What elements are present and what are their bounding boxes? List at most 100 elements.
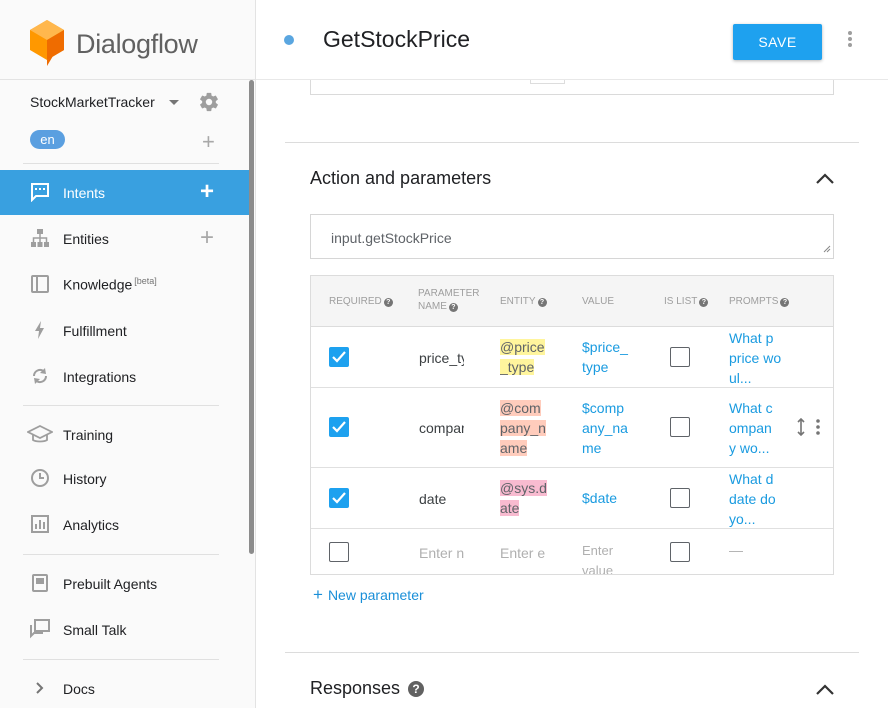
nav-history[interactable]: History <box>0 456 249 501</box>
nav-label: Docs <box>63 680 95 697</box>
value-cell[interactable]: $price_ type <box>582 337 632 377</box>
caret-down-icon <box>168 99 179 105</box>
nav-fulfillment[interactable]: Fulfillment <box>0 308 249 353</box>
parameter-name-cell[interactable]: compar <box>419 418 464 438</box>
action-name-value: input.getStockPrice <box>331 230 452 246</box>
prompts-cell[interactable]: What d date do yo... <box>729 469 789 529</box>
value-cell[interactable]: $comp any_na me <box>582 398 637 458</box>
column-header-prompts: PROMPTS? <box>729 295 790 308</box>
chat-icon <box>30 182 50 203</box>
divider <box>23 405 219 406</box>
nav-prebuilt-agents[interactable]: Prebuilt Agents <box>0 561 249 606</box>
prompts-cell[interactable]: What c ompan y wo... <box>729 398 789 458</box>
nav-knowledge[interactable]: Knowledge [beta] <box>0 262 249 307</box>
entity-cell[interactable]: @com pany_n ame <box>500 398 550 458</box>
drag-handle-icon[interactable] <box>796 417 806 441</box>
agent-book-icon <box>30 573 50 593</box>
status-dot <box>284 35 294 45</box>
action-section-title[interactable]: Action and parameters <box>310 168 491 189</box>
table-row[interactable]: compar @com pany_n ame $comp any_na me What … <box>311 388 833 468</box>
book-icon <box>30 274 50 294</box>
column-header-is-list: IS LIST? <box>664 295 709 308</box>
header: GetStockPrice SAVE <box>256 0 888 80</box>
nav-docs[interactable]: Docs <box>0 666 249 708</box>
gear-icon[interactable] <box>198 91 220 118</box>
chevron-up-icon[interactable] <box>815 172 835 191</box>
add-intent-icon[interactable]: + <box>200 180 214 204</box>
dialogflow-logo-icon <box>28 18 66 71</box>
help-icon[interactable]: ? <box>699 298 709 307</box>
column-header-value: VALUE <box>582 296 615 307</box>
previous-section-box <box>310 80 834 95</box>
help-icon[interactable]: ? <box>383 298 393 307</box>
hierarchy-icon <box>30 228 50 248</box>
brand-logo[interactable]: Dialogflow <box>28 18 198 71</box>
bolt-icon <box>30 320 50 340</box>
agent-name: StockMarketTracker <box>30 94 155 110</box>
parameter-name-cell[interactable]: date <box>419 489 464 509</box>
nav-training[interactable]: Training <box>0 412 249 457</box>
previous-section-tab <box>530 80 565 84</box>
empty-parameter-row[interactable]: Enter n Enter e Enter value — <box>311 529 833 574</box>
column-header-required: REQUIRED? <box>329 295 393 308</box>
prompts-cell[interactable]: What p price wo ul... <box>729 328 789 388</box>
value-input[interactable]: Enter value <box>582 541 632 574</box>
action-name-input[interactable]: input.getStockPrice <box>310 214 834 259</box>
nav-analytics[interactable]: Analytics <box>0 502 249 547</box>
is-list-checkbox[interactable] <box>670 347 690 367</box>
nav-small-talk[interactable]: Small Talk <box>0 607 249 652</box>
sidebar-scrollbar[interactable] <box>249 80 254 554</box>
sidebar: Dialogflow StockMarketTracker en + Inten… <box>0 0 256 708</box>
nav-label: Fulfillment <box>63 322 127 339</box>
responses-section-title[interactable]: Responses? <box>310 678 425 699</box>
add-entity-icon[interactable]: + <box>200 226 214 250</box>
divider <box>23 163 219 164</box>
help-icon[interactable]: ? <box>448 303 458 312</box>
nav-entities[interactable]: Entities + <box>0 216 249 261</box>
nav-label: Training <box>63 426 114 443</box>
small-talk-icon <box>30 619 50 639</box>
nav-integrations[interactable]: Integrations <box>0 354 249 399</box>
nav-label: Analytics <box>63 516 120 533</box>
brand-name: Dialogflow <box>76 29 198 59</box>
new-parameter-button[interactable]: + New parameter <box>313 585 424 605</box>
section-divider <box>285 142 859 143</box>
nav-intents[interactable]: Intents + <box>0 170 249 215</box>
resize-handle-icon[interactable] <box>823 240 831 256</box>
is-list-checkbox[interactable] <box>670 417 690 437</box>
row-more-icon[interactable] <box>816 419 820 440</box>
app-window: Dialogflow StockMarketTracker en + Inten… <box>0 0 888 708</box>
help-icon[interactable]: ? <box>537 298 547 307</box>
is-list-checkbox[interactable] <box>670 542 690 562</box>
table-row[interactable]: date @sys.d ate $date What d date do yo... <box>311 468 833 529</box>
more-vert-icon[interactable] <box>848 31 852 49</box>
nav-label: Entities <box>63 230 109 247</box>
column-header-parameter-name: PARAMETER NAME? <box>418 288 480 312</box>
parameter-name-cell[interactable]: price_ty <box>419 348 464 368</box>
prompts-input[interactable]: — <box>729 540 743 560</box>
beta-badge: [beta] <box>134 276 157 287</box>
save-button[interactable]: SAVE <box>733 24 822 60</box>
nav-label: Integrations <box>63 368 137 385</box>
entity-cell[interactable]: @price _type <box>500 337 550 377</box>
table-row[interactable]: price_ty @price _type $price_ type What pp… <box>311 327 833 388</box>
entity-input[interactable]: Enter e <box>500 543 545 563</box>
language-badge[interactable]: en <box>30 130 65 149</box>
required-checkbox[interactable] <box>329 347 349 367</box>
section-divider <box>285 652 859 653</box>
chevron-up-icon[interactable] <box>815 683 835 702</box>
add-language-icon[interactable]: + <box>202 131 215 153</box>
entity-cell[interactable]: @sys.d ate <box>500 478 550 518</box>
is-list-checkbox[interactable] <box>670 488 690 508</box>
parameter-name-input[interactable]: Enter n <box>419 543 464 563</box>
required-checkbox[interactable] <box>329 417 349 437</box>
divider <box>23 554 219 555</box>
help-icon[interactable]: ? <box>780 298 790 307</box>
required-checkbox[interactable] <box>329 488 349 508</box>
plus-icon: + <box>313 585 323 604</box>
intent-title[interactable]: GetStockPrice <box>323 26 470 53</box>
value-cell[interactable]: $date <box>582 488 632 508</box>
required-checkbox[interactable] <box>329 542 349 562</box>
intent-editor: Action and parameters input.getStockPric… <box>256 80 888 708</box>
help-icon[interactable]: ? <box>408 681 425 697</box>
